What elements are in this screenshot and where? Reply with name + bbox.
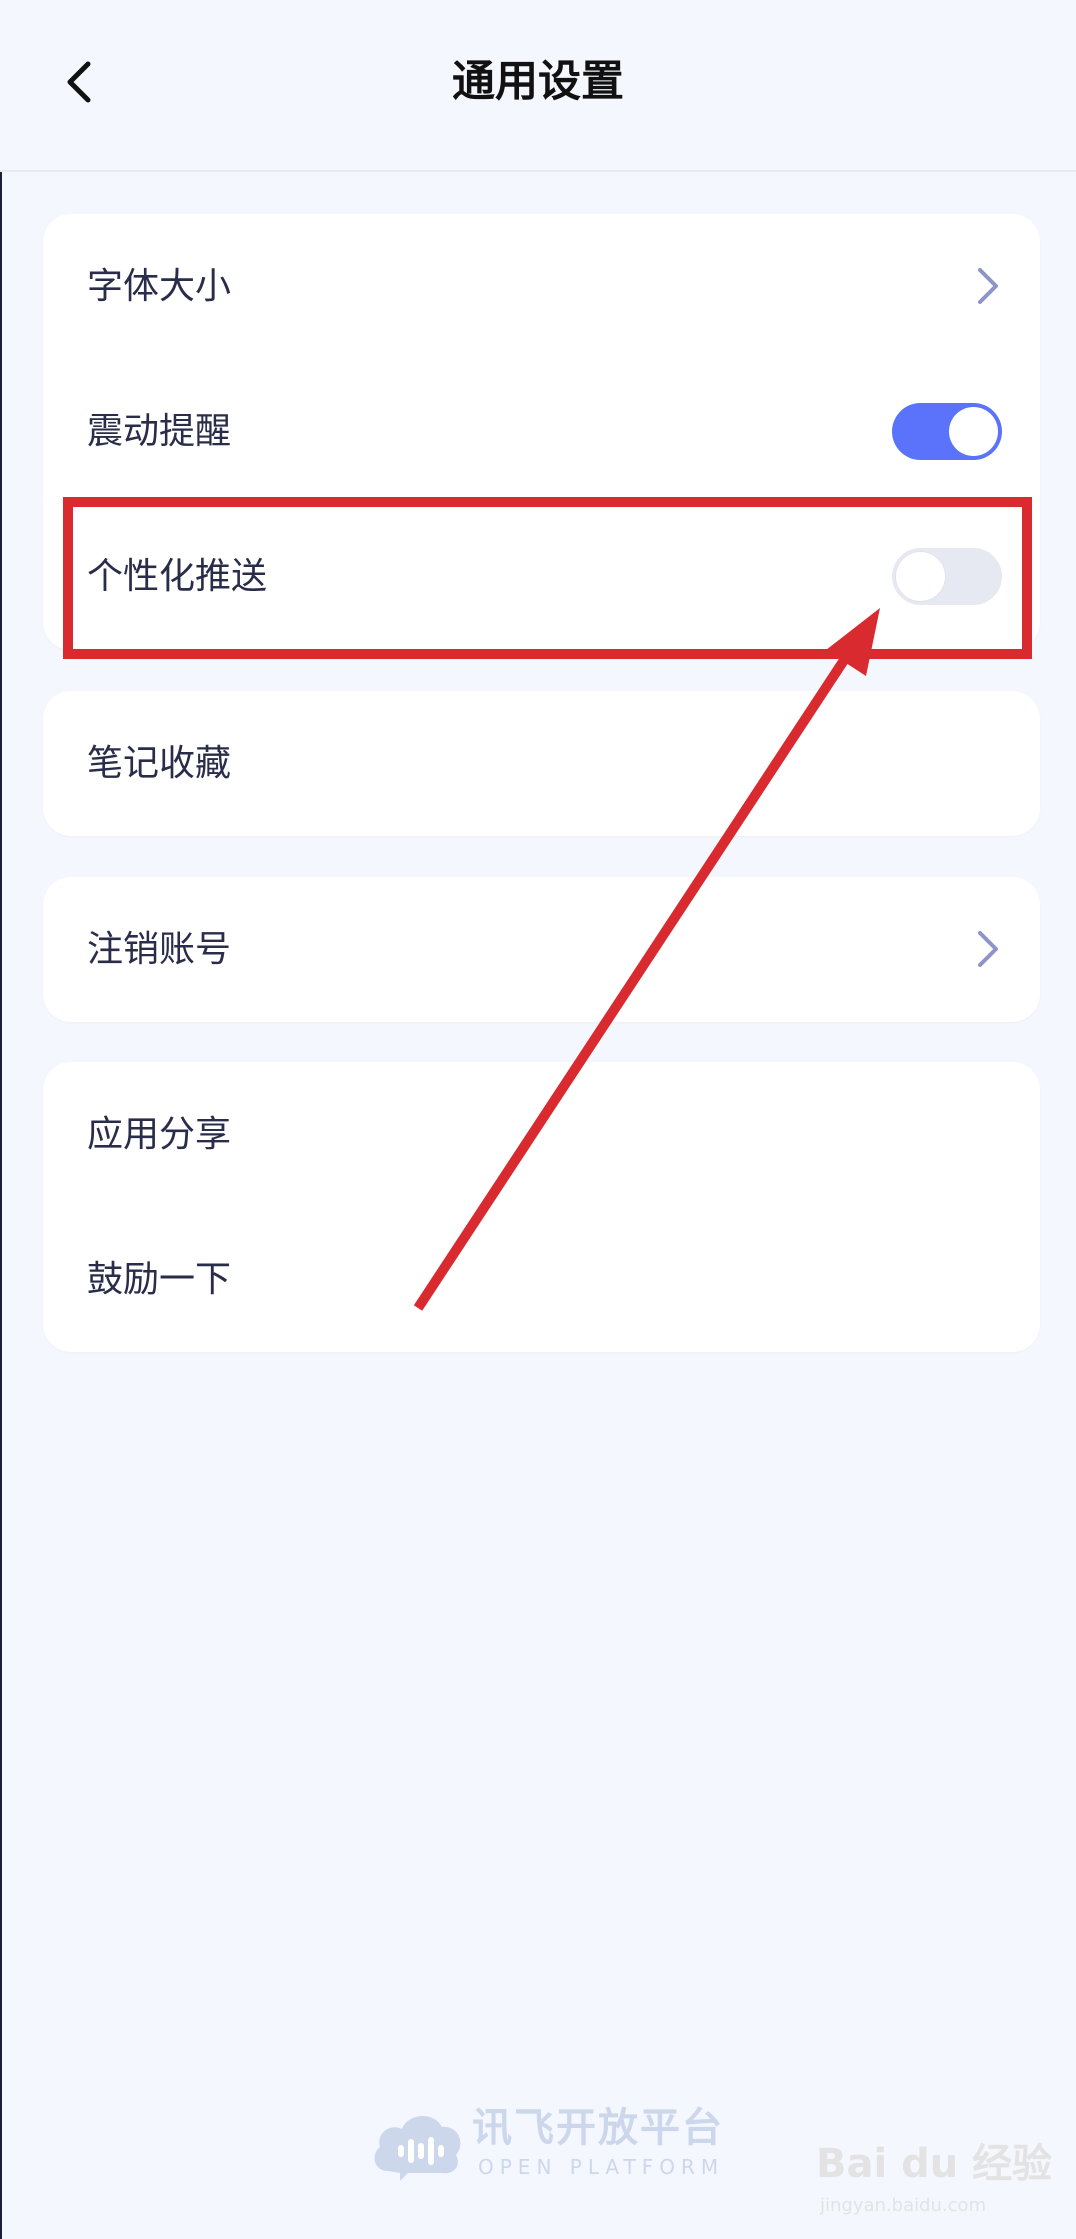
setting-row-delete-account[interactable]: 注销账号 [43,877,1040,1022]
vibration-toggle[interactable] [892,403,1002,460]
setting-row-share-app[interactable]: 应用分享 [43,1062,1040,1207]
footer-logo: 讯飞开放平台 OPEN PLATFORM [368,2105,722,2183]
footer-logo-title: 讯飞开放平台 [472,2105,724,2151]
setting-label-vibration: 震动提醒 [87,411,232,452]
top-bar: 通用设置 [0,0,1076,172]
footer-logo-subtitle: OPEN PLATFORM [478,2155,725,2179]
personalized-push-toggle[interactable] [892,548,1002,605]
setting-label-encourage: 鼓励一下 [87,1259,232,1300]
setting-row-font-size[interactable]: 字体大小 [43,214,1040,359]
watermark-main-text: Bai du 经验 [816,2141,1053,2187]
setting-row-vibration: 震动提醒 [43,359,1040,504]
setting-label-note-favorites: 笔记收藏 [87,743,232,784]
toggle-knob [896,552,945,601]
page-title: 通用设置 [452,57,624,107]
settings-card-account: 注销账号 [43,877,1040,1022]
settings-card-notes: 笔记收藏 [43,691,1040,836]
setting-row-personalized-push: 个性化推送 [43,504,1040,649]
baidu-jingyan-watermark: Bai du 经验 jingyan.baidu.com [816,2125,1052,2235]
setting-label-delete-account: 注销账号 [87,929,232,970]
setting-label-personalized-push: 个性化推送 [87,556,268,597]
setting-row-encourage[interactable]: 鼓励一下 [43,1207,1040,1352]
settings-card-share: 应用分享 鼓励一下 [43,1062,1040,1352]
chevron-right-icon [978,931,998,967]
toggle-knob [949,407,998,456]
settings-card-general: 字体大小 震动提醒 个性化推送 [43,214,1040,650]
setting-row-note-favorites[interactable]: 笔记收藏 [43,691,1040,836]
chevron-right-icon [978,268,998,304]
setting-label-share-app: 应用分享 [87,1114,232,1155]
watermark-url-text: jingyan.baidu.com [820,2195,987,2216]
cloud-sound-logo-icon [374,2115,461,2181]
setting-label-font-size: 字体大小 [87,266,232,307]
left-edge-line [0,0,2,2239]
